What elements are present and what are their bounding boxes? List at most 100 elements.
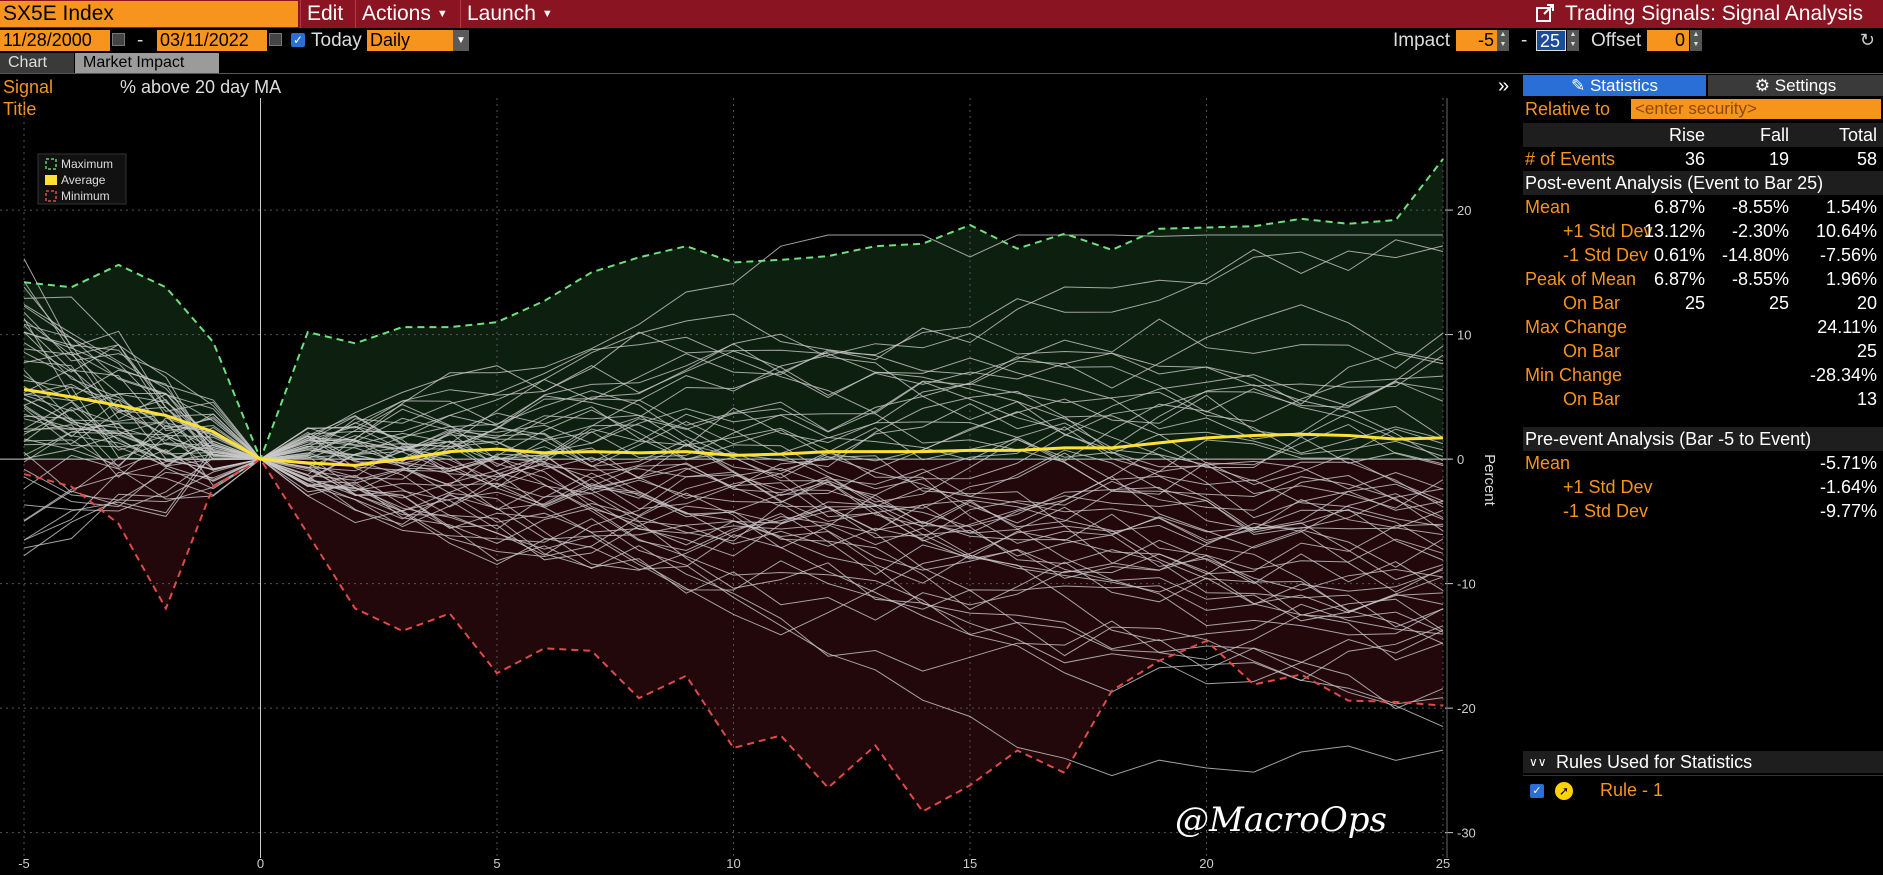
calendar-icon[interactable] [112, 33, 125, 46]
panel-tabs: ✎ Statistics ⚙ Settings [1523, 75, 1883, 96]
start-date-field[interactable]: 11/28/2000 [0, 30, 110, 51]
chevron-down-icon[interactable]: ▼ [453, 30, 469, 51]
tab-settings[interactable]: ⚙ Settings [1708, 75, 1883, 96]
ticker-field[interactable]: SX5E Index [0, 1, 298, 27]
row-label: +1 Std Dev [1563, 477, 1653, 497]
stat-row: On Bar 25 [1523, 339, 1883, 363]
x-tick-label: 5 [493, 856, 500, 870]
collapse-panel-icon[interactable]: » [1498, 75, 1509, 98]
post-event-header: Post-event Analysis (Event to Bar 25) [1523, 171, 1883, 195]
external-link-icon[interactable] [1535, 0, 1555, 28]
watermark: @MacroOps [1175, 800, 1387, 840]
window-title: Trading Signals: Signal Analysis [1535, 0, 1863, 28]
stat-row: -1 Std Dev 0.61% -14.80% -7.56% [1523, 243, 1883, 267]
events-total: 58 [1856, 149, 1877, 169]
stat-rise: 0.61% [1653, 245, 1705, 265]
x-tick-label: 20 [1199, 856, 1213, 870]
statistics-table: Rise Fall Total # of Events 36 19 58 Post-event… [1523, 123, 1883, 523]
today-label: Today [311, 30, 362, 51]
stat-total: 1.54% [1825, 197, 1877, 217]
spinner-icon[interactable]: ▲ ▼ [1690, 30, 1702, 51]
gear-icon: ⚙ [1754, 76, 1771, 95]
stat-row: On Bar 13 [1523, 387, 1883, 411]
x-tick-label: -5 [18, 856, 30, 870]
market-impact-chart: -5 0 5 10 15 20 25 20 10 0 -10 -20 -30 Percent Maximum… [0, 98, 1520, 871]
refresh-icon[interactable]: ↻ [1860, 30, 1875, 51]
impact-label: Impact [1393, 30, 1451, 51]
rule-label[interactable]: Rule - 1 [1600, 780, 1663, 801]
column-header-rise: Rise [1668, 125, 1705, 145]
legend-swatch [45, 175, 57, 185]
caret-down-icon: ▼ [541, 8, 553, 21]
stat-fall: -8.55% [1731, 269, 1789, 289]
offset-label: Offset [1591, 30, 1642, 51]
stat-fall: -2.30% [1731, 221, 1789, 241]
events-rise: 36 [1684, 149, 1705, 169]
end-date-field[interactable]: 03/11/2022 [157, 30, 267, 51]
stat-fall: 25 [1768, 293, 1789, 313]
stat-row: +1 Std Dev 13.12% -2.30% 10.64% [1523, 219, 1883, 243]
row-label: +1 Std Dev [1563, 221, 1653, 241]
stat-rise: 6.87% [1653, 269, 1705, 289]
stat-total: -7.56% [1819, 245, 1877, 265]
rules-header: ∨∨ Rules Used for Statistics [1523, 751, 1883, 773]
offset-field[interactable]: 0 [1647, 30, 1689, 51]
stat-row: -1 Std Dev -9.77% [1523, 499, 1883, 523]
section-title: Post-event Analysis (Event to Bar 25) [1525, 173, 1824, 193]
tab-market-impact[interactable]: Market Impact [75, 53, 219, 73]
legend-label: Maximum [61, 157, 113, 171]
spinner-icon[interactable]: ▲ ▼ [1567, 30, 1579, 51]
tab-chart[interactable]: Chart [0, 53, 74, 73]
row-label: On Bar [1563, 293, 1621, 313]
caret-down-icon: ▼ [436, 8, 448, 21]
stat-total: 24.11% [1817, 317, 1877, 337]
impact-from-field[interactable]: -5 [1456, 30, 1497, 51]
stat-rise: 6.87% [1653, 197, 1705, 217]
relative-security-input[interactable]: <enter security> [1631, 99, 1881, 119]
chevron-down-icon[interactable]: ∨∨ [1529, 751, 1547, 773]
stat-row: +1 Std Dev -1.64% [1523, 475, 1883, 499]
stat-total: -1.64% [1819, 477, 1877, 497]
stat-total: 10.64% [1815, 221, 1877, 241]
menu-edit[interactable]: Edit [300, 0, 349, 28]
row-label: -1 Std Dev [1563, 501, 1649, 521]
column-header-fall: Fall [1759, 125, 1789, 145]
row-label: Mean [1525, 197, 1571, 217]
column-header-total: Total [1838, 125, 1877, 145]
tab-statistics[interactable]: ✎ Statistics [1523, 75, 1706, 96]
y-tick-label: -30 [1457, 826, 1476, 841]
stat-row: Mean -5.71% [1523, 451, 1883, 475]
menu-actions[interactable]: Actions ▼ [355, 0, 454, 28]
y-tick-label: -20 [1457, 701, 1476, 716]
rule-checkbox[interactable]: ✓ [1530, 784, 1544, 798]
calendar-icon[interactable] [269, 33, 282, 46]
spacer-row [1523, 411, 1883, 427]
chart-svg: -5 0 5 10 15 20 25 20 10 0 -10 -20 -30 Percent Maximum… [0, 98, 1498, 871]
row-label: Peak of Mean [1525, 269, 1637, 289]
periodicity-select[interactable]: Daily [367, 30, 453, 51]
date-separator: - [137, 30, 144, 51]
signal-title-value: % above 20 day MA [120, 77, 282, 97]
divider [0, 73, 1883, 74]
menu-launch[interactable]: Launch ▼ [460, 0, 559, 28]
y-axis-label: Percent [1481, 454, 1498, 507]
y-tick-label: 0 [1457, 452, 1464, 467]
legend-label: Average [61, 173, 106, 187]
stat-row: Min Change -28.34% [1523, 363, 1883, 387]
stat-row: Mean 6.87% -8.55% 1.54% [1523, 195, 1883, 219]
y-tick-label: 20 [1457, 203, 1471, 218]
stats-header-row: Rise Fall Total [1523, 123, 1883, 147]
stat-row: Peak of Mean 6.87% -8.55% 1.96% [1523, 267, 1883, 291]
statistics-panel: ✎ Statistics ⚙ Settings Relative to <ent… [1523, 75, 1883, 870]
today-checkbox[interactable]: ✓ [291, 33, 305, 47]
rules-list: ✓ ➚ Rule - 1 [1523, 775, 1883, 871]
stat-total: -28.34% [1809, 365, 1877, 385]
impact-to-field[interactable]: 25 [1536, 30, 1566, 51]
stat-rise: 13.12% [1643, 221, 1705, 241]
relative-to-label: Relative to [1525, 99, 1611, 119]
stat-total: 25 [1856, 341, 1877, 361]
row-label: On Bar [1563, 341, 1621, 361]
stat-total: 13 [1856, 389, 1877, 409]
spinner-icon[interactable]: ▲ ▼ [1497, 30, 1509, 51]
row-label: Max Change [1525, 317, 1628, 337]
